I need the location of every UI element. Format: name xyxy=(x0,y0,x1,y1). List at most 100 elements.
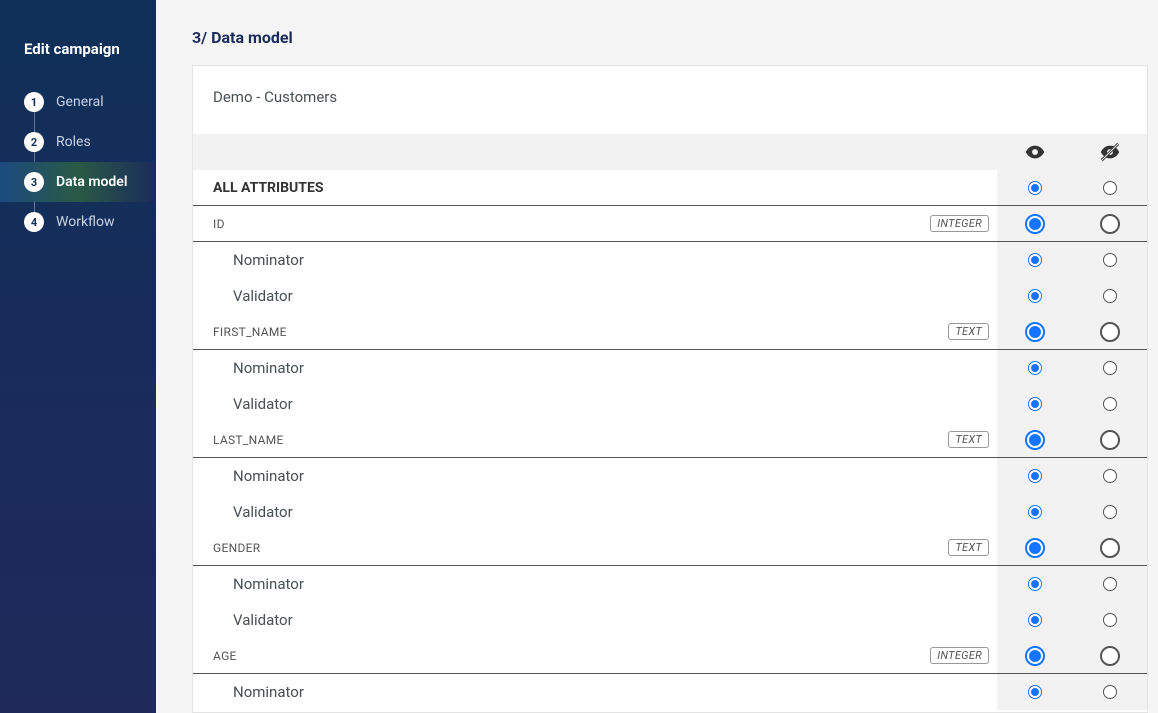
radio-visible[interactable] xyxy=(1025,214,1045,234)
column-header-row xyxy=(193,134,1147,170)
radio-hidden[interactable] xyxy=(1103,469,1117,483)
radio-visible[interactable] xyxy=(1028,685,1042,699)
radio-area xyxy=(997,638,1147,673)
radio-visible[interactable] xyxy=(1028,505,1042,519)
radio-area xyxy=(997,386,1147,422)
card: Demo - Customers ALL ATTRIBUTESIDinteger… xyxy=(192,65,1148,713)
radio-area xyxy=(997,674,1147,710)
step-label: Data model xyxy=(56,174,127,190)
radio-cell-visible xyxy=(997,505,1072,519)
sidebar-title: Edit campaign xyxy=(0,40,156,82)
radio-cell-hidden xyxy=(1072,505,1147,519)
sidebar-step-general[interactable]: 1General xyxy=(0,82,156,122)
radio-visible[interactable] xyxy=(1025,322,1045,342)
radio-visible[interactable] xyxy=(1028,577,1042,591)
attribute-name: LAST_NAMEtext xyxy=(193,431,997,448)
radio-visible[interactable] xyxy=(1025,430,1045,450)
radio-hidden[interactable] xyxy=(1103,613,1117,627)
role-name: Nominator xyxy=(193,251,997,269)
col-visible-header xyxy=(997,141,1072,163)
radio-cell-hidden xyxy=(1072,577,1147,591)
radio-cell-hidden xyxy=(1072,322,1147,342)
radio-cell-visible xyxy=(997,214,1072,234)
radio-hidden[interactable] xyxy=(1103,397,1117,411)
radio-cell-hidden xyxy=(1072,469,1147,483)
attribute-row-gender: GENDERtext xyxy=(193,530,1147,566)
attribute-name: IDinteger xyxy=(193,215,997,232)
radio-visible[interactable] xyxy=(1025,538,1045,558)
radio-visible[interactable] xyxy=(1028,397,1042,411)
step-number: 4 xyxy=(24,212,44,232)
main-content: 3/ Data model Demo - Customers ALL ATTRI… xyxy=(156,0,1158,713)
radio-visible[interactable] xyxy=(1028,289,1042,303)
radio-hidden[interactable] xyxy=(1100,322,1120,342)
radio-area xyxy=(997,206,1147,241)
attribute-grid: ALL ATTRIBUTESIDintegerNominatorValidato… xyxy=(193,134,1147,712)
role-row-validator: Validator xyxy=(193,494,1147,530)
radio-cell-visible xyxy=(997,322,1072,342)
radio-hidden[interactable] xyxy=(1100,430,1120,450)
radio-hidden[interactable] xyxy=(1100,646,1120,666)
type-chip: integer xyxy=(930,647,989,664)
radio-area xyxy=(997,278,1147,314)
radio-cell-hidden xyxy=(1072,646,1147,666)
role-name: Nominator xyxy=(193,467,997,485)
radio-visible[interactable] xyxy=(1028,613,1042,627)
type-chip: text xyxy=(948,431,989,448)
radio-visible[interactable] xyxy=(1028,469,1042,483)
radio-cell-hidden xyxy=(1072,253,1147,267)
radio-cell-visible xyxy=(997,577,1072,591)
radio-hidden[interactable] xyxy=(1103,181,1117,195)
radio-visible[interactable] xyxy=(1028,253,1042,267)
radio-cell-hidden xyxy=(1072,538,1147,558)
attribute-row-id: IDinteger xyxy=(193,206,1147,242)
role-name: Validator xyxy=(193,503,997,521)
radio-area xyxy=(997,242,1147,278)
type-chip: text xyxy=(948,323,989,340)
radio-cell-visible xyxy=(997,289,1072,303)
step-number: 2 xyxy=(24,132,44,152)
attribute-row-age: AGEinteger xyxy=(193,638,1147,674)
radio-hidden[interactable] xyxy=(1103,505,1117,519)
radio-visible[interactable] xyxy=(1028,361,1042,375)
radio-hidden[interactable] xyxy=(1103,361,1117,375)
role-row-nominator: Nominator xyxy=(193,458,1147,494)
attribute-name: AGEinteger xyxy=(193,647,997,664)
radio-hidden[interactable] xyxy=(1100,538,1120,558)
radio-cell-visible xyxy=(997,397,1072,411)
radio-hidden[interactable] xyxy=(1103,685,1117,699)
sidebar-step-workflow[interactable]: 4Workflow xyxy=(0,202,156,242)
radio-cell-visible xyxy=(997,181,1072,195)
radio-area xyxy=(997,566,1147,602)
role-row-nominator: Nominator xyxy=(193,566,1147,602)
radio-hidden[interactable] xyxy=(1103,577,1117,591)
radio-area xyxy=(997,530,1147,565)
role-name: Validator xyxy=(193,611,997,629)
radio-cell-visible xyxy=(997,646,1072,666)
radio-cell-hidden xyxy=(1072,685,1147,699)
radio-area xyxy=(997,494,1147,530)
radio-visible[interactable] xyxy=(1028,181,1042,195)
attribute-name: GENDERtext xyxy=(193,539,997,556)
radio-hidden[interactable] xyxy=(1103,289,1117,303)
role-name: Nominator xyxy=(193,359,997,377)
radio-hidden[interactable] xyxy=(1100,214,1120,234)
radio-area xyxy=(997,602,1147,638)
radio-cell-visible xyxy=(997,430,1072,450)
role-row-validator: Validator xyxy=(193,386,1147,422)
col-hidden-header xyxy=(1072,141,1147,163)
radio-hidden[interactable] xyxy=(1103,253,1117,267)
sidebar-step-data-model[interactable]: 3Data model xyxy=(0,162,156,202)
step-label: Roles xyxy=(56,134,91,150)
radio-cell-visible xyxy=(997,361,1072,375)
card-title: Demo - Customers xyxy=(193,66,1147,134)
role-row-nominator: Nominator xyxy=(193,350,1147,386)
radio-cell-visible xyxy=(997,469,1072,483)
radio-visible[interactable] xyxy=(1025,646,1045,666)
role-name: Nominator xyxy=(193,683,997,701)
radio-cell-hidden xyxy=(1072,214,1147,234)
radio-cell-visible xyxy=(997,613,1072,627)
sidebar-step-roles[interactable]: 2 Roles xyxy=(0,122,156,162)
role-name: Validator xyxy=(193,287,997,305)
step-list: 1General 2 Roles 3Data model4Workflow xyxy=(0,82,156,242)
